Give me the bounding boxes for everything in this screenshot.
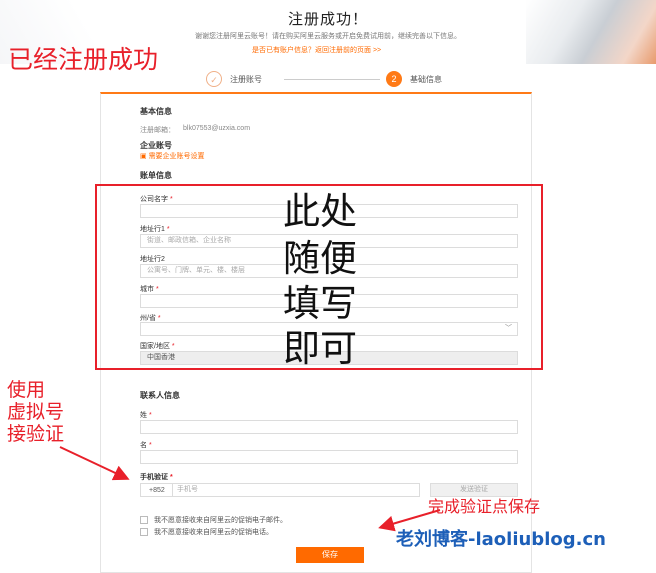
enterprise-link-label: 需要企业账号设置	[148, 153, 205, 160]
enterprise-title: 企业账号	[140, 141, 172, 150]
phone-optout-checkbox[interactable]	[140, 528, 148, 536]
phone-optout-label: 我不愿意接收来自阿里云的促销电话。	[154, 529, 273, 536]
annotation-fill-line-1: 此处	[283, 190, 357, 233]
last-name-label: 姓 *	[140, 410, 152, 420]
email-label: 注册邮箱：	[140, 127, 175, 134]
phone-country-code[interactable]: +852	[140, 483, 172, 497]
annotation-virtual-line-1: 使用	[7, 379, 46, 401]
watermark: 老刘博客-laoliublog.cn	[396, 529, 606, 550]
last-name-input[interactable]	[140, 420, 518, 434]
required-mark: *	[148, 442, 152, 449]
phone-label: 手机验证 *	[140, 472, 173, 482]
email-value: blk07553@uzxia.com	[183, 125, 251, 132]
contact-title: 联系人信息	[140, 391, 180, 400]
annotation-registered: 已经注册成功	[8, 45, 159, 74]
required-mark: *	[148, 412, 152, 419]
enterprise-icon: ▣	[140, 153, 149, 160]
banner-title: 注册成功！	[287, 11, 368, 28]
annotation-save-hint: 完成验证点保存	[428, 497, 541, 516]
first-name-label-text: 名	[140, 442, 147, 449]
first-name-label: 名 *	[140, 440, 152, 450]
email-optout-label: 我不愿意接收来自阿里云的促销电子邮件。	[154, 517, 287, 524]
phone-label-text: 手机验证	[140, 474, 168, 481]
step-1-check-icon: ✓	[206, 71, 222, 87]
phone-input[interactable]: 手机号	[172, 483, 420, 497]
first-name-input[interactable]	[140, 450, 518, 464]
billing-title: 账单信息	[140, 171, 172, 180]
annotation-fill-line-3: 填写	[283, 282, 357, 325]
step-connector	[284, 79, 380, 80]
progress-steps: ✓ 注册账号 2 基础信息	[206, 71, 466, 87]
step-1-label: 注册账号	[230, 75, 262, 84]
step-2-label: 基础信息	[410, 75, 442, 84]
basic-info-title: 基本信息	[140, 107, 172, 116]
save-button[interactable]: 保存	[296, 547, 364, 563]
enterprise-link[interactable]: ▣ 需要企业账号设置	[140, 151, 205, 161]
annotation-fill-line-2: 随便	[283, 237, 357, 280]
annotation-fill-line-4: 即可	[283, 327, 357, 370]
email-optout-checkbox[interactable]	[140, 516, 148, 524]
banner-link[interactable]: 是否已有账户信息？返回注册前的页面 >>	[252, 45, 381, 55]
annotation-virtual-line-3: 接验证	[7, 423, 65, 445]
annotation-virtual-line-2: 虚拟号	[7, 401, 65, 423]
last-name-label-text: 姓	[140, 412, 147, 419]
step-2-marker: 2	[386, 71, 402, 87]
required-mark: *	[169, 474, 173, 481]
